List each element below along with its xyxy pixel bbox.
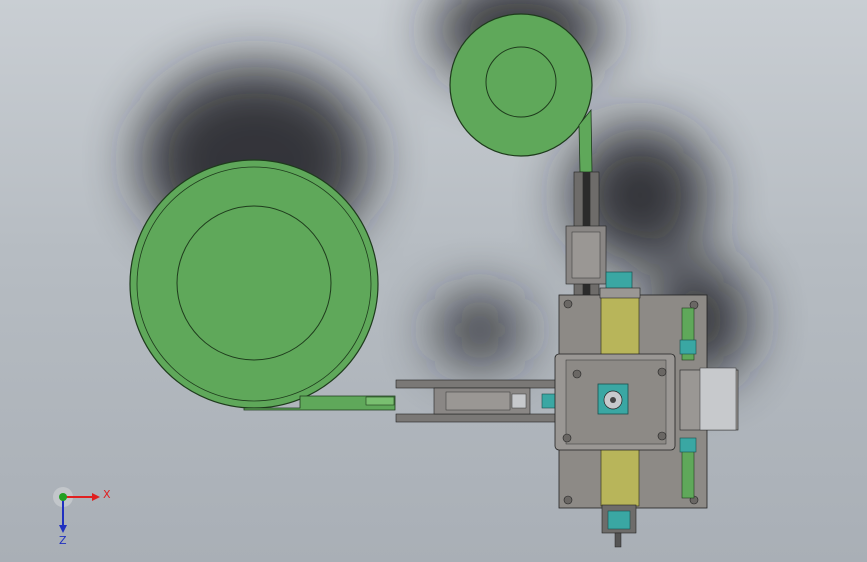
- bottom-motor-face: [607, 510, 631, 530]
- large-bowl-inner: [176, 205, 332, 361]
- vertical-rail-bracket-inner: [571, 231, 601, 279]
- small-bowl-inner: [485, 46, 557, 118]
- bottom-motor-shaft: [614, 532, 622, 548]
- right-guide-bottom: [681, 447, 695, 499]
- y-slide-rail-top: [600, 295, 640, 357]
- small-feeder-bowl[interactable]: [449, 13, 593, 173]
- xyz-axis-triad-icon: X Z: [53, 487, 111, 547]
- right-cylinder-top: [679, 339, 697, 355]
- cad-viewport[interactable]: X Z: [0, 0, 867, 562]
- x-axis-label: X: [103, 488, 111, 501]
- z-axis-label: Z: [59, 534, 67, 547]
- large-bowl-track-end: [365, 396, 395, 406]
- right-slide-rail: [699, 367, 737, 431]
- feed-rail-block-inner: [445, 391, 511, 411]
- feed-rail-bottom: [395, 413, 557, 423]
- top-cylinder-mount: [599, 287, 641, 299]
- feed-rail-top: [395, 379, 557, 389]
- feed-rail-connector: [511, 393, 527, 409]
- y-slide-rail-bottom: [600, 447, 640, 507]
- horizontal-feed-rail[interactable]: [395, 379, 561, 423]
- right-cylinder-bottom: [679, 437, 697, 453]
- spindle-center: [610, 397, 616, 403]
